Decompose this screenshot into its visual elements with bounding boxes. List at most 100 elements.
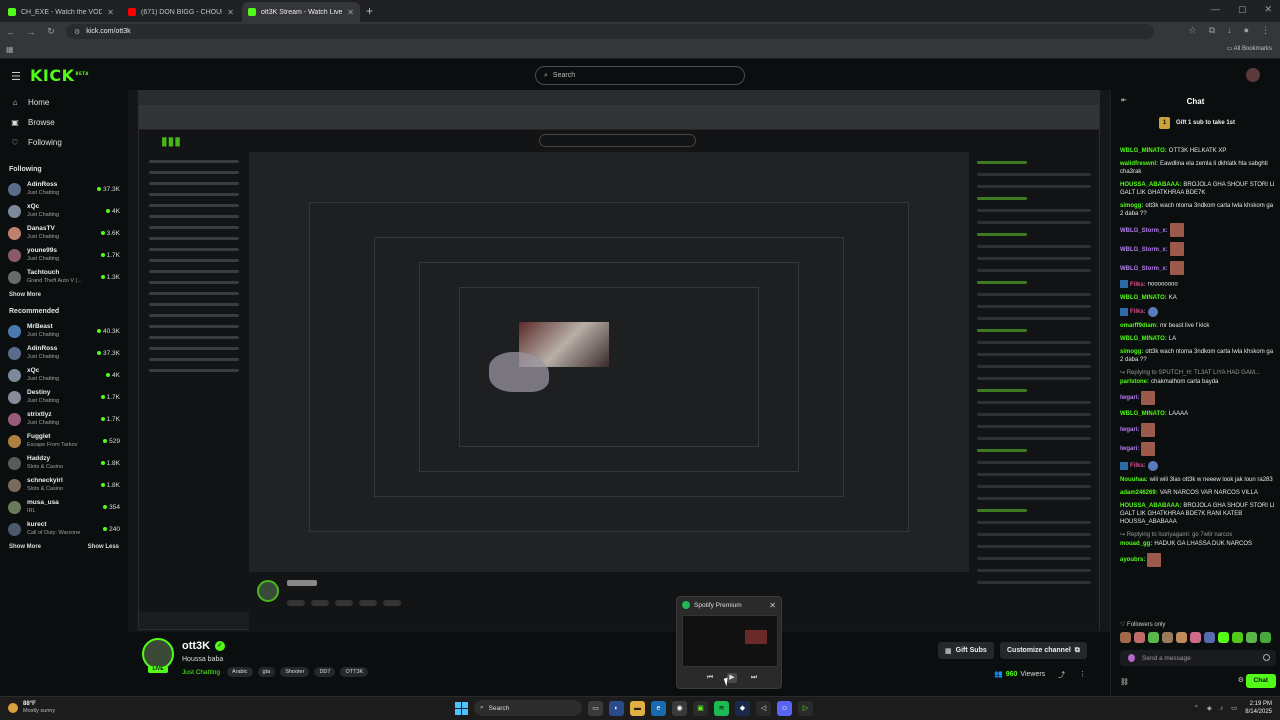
emote-icon[interactable]: [1148, 632, 1159, 643]
file-explorer-icon[interactable]: ▬: [630, 700, 645, 716]
close-preview-icon[interactable]: ✕: [769, 601, 776, 610]
clock[interactable]: 2:19 PM 8/14/2025: [1245, 700, 1272, 716]
next-track-icon[interactable]: ⏭: [749, 673, 759, 683]
chat-send-button[interactable]: Chat: [1245, 674, 1276, 688]
emote-icon[interactable]: [1260, 632, 1271, 643]
extensions-icon[interactable]: ⧉: [1209, 25, 1215, 36]
reload-icon[interactable]: ↻: [46, 26, 56, 37]
emote-icon[interactable]: [1204, 632, 1215, 643]
collapse-chat-icon[interactable]: ⇤: [1121, 96, 1127, 104]
chat-username[interactable]: HOUSSA_ABABAAA:: [1120, 182, 1181, 188]
stream-category-link[interactable]: Just Chatting: [182, 669, 220, 676]
apps-icon[interactable]: ▦: [6, 45, 14, 54]
chat-settings-icon[interactable]: ⚙: [1238, 676, 1244, 684]
chat-messages[interactable]: WBLG_MINATO: OTT3K HELKATK XP walidfreswnl…: [1111, 147, 1280, 627]
chat-username[interactable]: Filks:: [1130, 309, 1146, 315]
chat-username[interactable]: omarff9diam:: [1120, 323, 1158, 329]
discord-icon[interactable]: ☺: [777, 700, 792, 716]
steam-icon[interactable]: ◆: [735, 700, 750, 716]
nav-following[interactable]: ♡ Following: [0, 132, 128, 152]
chat-username[interactable]: parlstone:: [1120, 379, 1149, 385]
following-show-more-button[interactable]: Show More: [9, 292, 41, 298]
browser-tab-1[interactable]: (671) DON BIGG - CHOUKA - Y ✕: [122, 2, 240, 22]
tag-chip[interactable]: OTT3K: [340, 667, 369, 677]
new-tab-button[interactable]: +: [366, 4, 373, 18]
sidebar-channel-fugglet[interactable]: Fugglet Escape From Tarkov 529: [0, 430, 128, 452]
emote-icon[interactable]: [1120, 632, 1131, 643]
all-bookmarks-button[interactable]: ▭ All Bookmarks: [1227, 45, 1272, 52]
tag-chip[interactable]: Shooter: [280, 667, 310, 677]
chat-username[interactable]: ayoubrs:: [1120, 557, 1145, 563]
chat-username[interactable]: WBLG_MINATO:: [1120, 411, 1167, 417]
chat-username[interactable]: WBLG_MINATO:: [1120, 295, 1167, 301]
chat-username[interactable]: HOUSSA_ABABAAA:: [1120, 503, 1181, 509]
chat-username[interactable]: adam246269:: [1120, 490, 1158, 496]
chat-username[interactable]: walidfreswnl:: [1120, 161, 1158, 167]
volume-icon[interactable]: ♪: [1220, 705, 1223, 712]
tray-expand-icon[interactable]: ⌃: [1193, 704, 1198, 712]
sidebar-channel-destiny[interactable]: Destiny Just Chatting 1.7K: [0, 386, 128, 408]
emote-icon[interactable]: [1176, 632, 1187, 643]
chat-username[interactable]: mouad_gg:: [1120, 541, 1152, 547]
emote-icon[interactable]: [1218, 632, 1229, 643]
chat-username[interactable]: Nouuhaa:: [1120, 477, 1148, 483]
sidebar-channel-tachtouch[interactable]: Tachtouch Grand Theft Auto V (... 1.3K: [0, 266, 128, 288]
sidebar-channel-musa_usa[interactable]: musa_usa IRL 354: [0, 496, 128, 518]
menu-icon[interactable]: ⋮: [1261, 25, 1270, 36]
sidebar-channel-danastv[interactable]: DanasTV Just Chatting 3.6K: [0, 222, 128, 244]
media-icon[interactable]: ▷: [798, 700, 813, 716]
customize-channel-button[interactable]: Customize channel ⧉: [1000, 642, 1087, 659]
sidebar-channel-adinross[interactable]: AdinRoss Just Chatting 37.3K: [0, 342, 128, 364]
chat-username[interactable]: lwgari:: [1120, 446, 1139, 452]
gift-subs-button[interactable]: ▦ Gift Subs: [938, 642, 994, 659]
nav-home[interactable]: ⌂ Home: [0, 92, 128, 112]
tag-chip[interactable]: Arabic: [226, 667, 253, 677]
taskbar-search[interactable]: ⌕ Search: [474, 700, 582, 716]
sidebar-channel-haddzy[interactable]: Haddzy Slots & Casino 1.8K: [0, 452, 128, 474]
previous-track-icon[interactable]: ⏮: [705, 673, 715, 683]
back-icon[interactable]: ←: [6, 27, 16, 37]
chat-username[interactable]: simogg:: [1120, 203, 1143, 209]
chat-username[interactable]: Filks:: [1130, 463, 1146, 469]
chat-username[interactable]: lwgari:: [1120, 427, 1139, 433]
close-window-icon[interactable]: ✕: [1264, 4, 1272, 15]
nav-browse[interactable]: ▣ Browse: [0, 112, 128, 132]
chat-username[interactable]: WBLG_Storm_x:: [1120, 266, 1168, 272]
close-tab-icon[interactable]: ✕: [347, 8, 354, 17]
browser-tab-2[interactable]: ott3K Stream - Watch Live on K ✕: [242, 2, 360, 22]
browser-tab-0[interactable]: CH_EXE - Watch the VOD on K ✕: [2, 2, 120, 22]
kick-logo[interactable]: KICKBETA: [30, 66, 89, 85]
spotify-thumbnail[interactable]: [682, 615, 778, 667]
chat-username[interactable]: lwgari:: [1120, 395, 1139, 401]
sidebar-channel-mrbeast[interactable]: MrBeast Just Chatting 40.3K: [0, 320, 128, 342]
url-input[interactable]: ⚙ kick.com/ott3k: [66, 24, 1154, 39]
sidebar-channel-youne99s[interactable]: youne99s Just Chatting 1.7K: [0, 244, 128, 266]
minimize-icon[interactable]: —: [1211, 4, 1220, 15]
tag-chip[interactable]: DD7: [314, 667, 336, 677]
emoji-icon[interactable]: [1263, 654, 1270, 661]
app-icon[interactable]: ◁: [756, 700, 771, 716]
emote-icon[interactable]: [1190, 632, 1201, 643]
spotify-icon[interactable]: ≋: [714, 700, 729, 716]
sidebar-channel-kurect[interactable]: kurect Call of Duty: Warzone 240: [0, 518, 128, 540]
emote-icon[interactable]: [1134, 632, 1145, 643]
profile-icon[interactable]: ●: [1244, 25, 1249, 36]
battery-icon[interactable]: ▭: [1231, 704, 1237, 712]
spotify-taskbar-preview[interactable]: Spotify Premium ✕ ⏮ ▶ ⏭: [676, 596, 782, 689]
emote-icon[interactable]: [1232, 632, 1243, 643]
recommended-show-more-button[interactable]: Show More: [9, 544, 41, 550]
streamer-name[interactable]: ott3K: [182, 640, 210, 652]
chat-username[interactable]: WBLG_MINATO:: [1120, 148, 1167, 154]
emote-icon[interactable]: [1162, 632, 1173, 643]
more-options-icon[interactable]: ⋮: [1079, 670, 1086, 680]
video-player[interactable]: ▮▮▮: [128, 90, 1110, 632]
sidebar-channel-xqc[interactable]: xQc Just Chatting 4K: [0, 200, 128, 222]
sidebar-channel-adinross[interactable]: AdinRoss Just Chatting 37.3K: [0, 178, 128, 200]
sidebar-channel-xqc[interactable]: xQc Just Chatting 4K: [0, 364, 128, 386]
gift-sub-banner[interactable]: 1 Gift 1 sub to take 1st: [1111, 112, 1280, 134]
kick-app-icon[interactable]: ▣: [693, 700, 708, 716]
maximize-icon[interactable]: ▢: [1238, 4, 1247, 15]
close-tab-icon[interactable]: ✕: [107, 8, 114, 17]
search-input[interactable]: ⌕ Search: [535, 66, 745, 85]
chat-message-input[interactable]: Send a message: [1120, 650, 1276, 666]
